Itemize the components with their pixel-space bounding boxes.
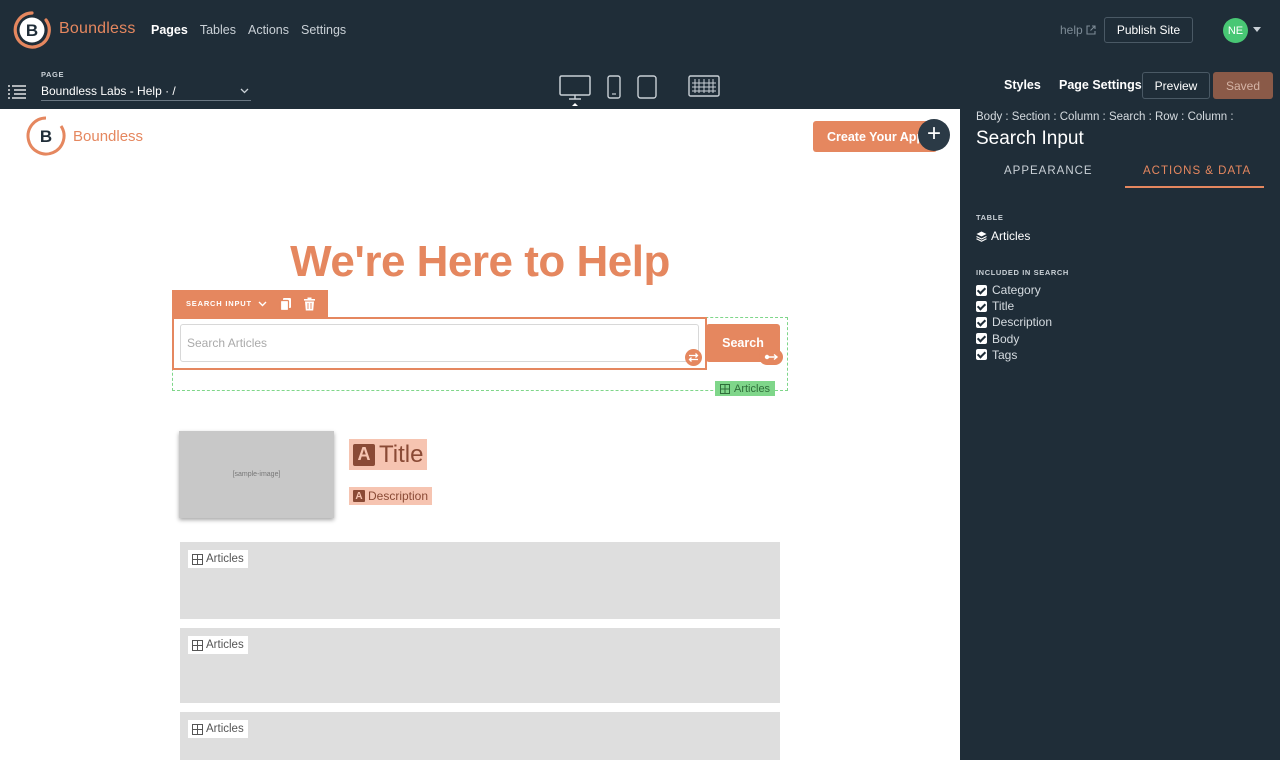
- search-table-tag[interactable]: Articles: [715, 381, 776, 396]
- description-field-chip[interactable]: A Description: [349, 487, 433, 505]
- text-field-icon: A: [353, 443, 375, 466]
- table-section-label: TABLE: [976, 213, 1004, 222]
- field-label: Tags: [992, 347, 1018, 362]
- list-item-label: Articles: [206, 723, 244, 735]
- preview-button[interactable]: Preview: [1142, 72, 1210, 99]
- checkbox-icon[interactable]: [976, 349, 987, 361]
- table-icon: [720, 383, 730, 394]
- list-item-tag[interactable]: Articles: [188, 636, 248, 654]
- layers-icon: [976, 231, 987, 242]
- svg-text:B: B: [40, 127, 52, 146]
- outline-menu-icon[interactable]: [8, 84, 26, 100]
- checkbox-icon[interactable]: [976, 316, 987, 328]
- field-checkbox-title[interactable]: Title: [976, 298, 1052, 314]
- nav-settings[interactable]: Settings: [301, 23, 346, 37]
- checkbox-icon[interactable]: [976, 333, 987, 345]
- canvas-brand-name[interactable]: Boundless: [73, 128, 143, 145]
- page-select-label: PAGE: [41, 70, 65, 79]
- tab-actions-data[interactable]: ACTIONS & DATA: [1143, 165, 1251, 177]
- nav-pages[interactable]: Pages: [151, 23, 188, 37]
- panel-title: Search Input: [976, 128, 1084, 149]
- list-item-label: Articles: [206, 639, 244, 651]
- list-item-tag[interactable]: Articles: [188, 550, 248, 568]
- field-checkbox-category[interactable]: Category: [976, 282, 1052, 298]
- list-item[interactable]: Articles: [180, 542, 780, 619]
- boundless-logo-icon[interactable]: B: [12, 10, 52, 50]
- avatar-caret-icon[interactable]: [1253, 27, 1261, 32]
- search-input-toolbar-label: SEARCH INPUT: [186, 299, 252, 308]
- field-label: Description: [992, 315, 1053, 330]
- canvas-logo-icon[interactable]: B: [26, 116, 66, 156]
- add-component-icon[interactable]: +: [918, 119, 950, 151]
- checkbox-icon[interactable]: [976, 284, 987, 296]
- page-canvas[interactable]: B Boundless Create Your App + We're Here…: [0, 109, 960, 760]
- trash-icon[interactable]: [303, 297, 316, 311]
- hero-title[interactable]: We're Here to Help: [0, 237, 960, 287]
- table-selector[interactable]: Articles: [976, 229, 1030, 243]
- styles-link[interactable]: Styles: [1004, 78, 1041, 92]
- included-fields-list: Category Title Description Body Tags: [976, 282, 1052, 363]
- description-field-label: Description: [368, 489, 429, 503]
- user-avatar[interactable]: NE: [1223, 18, 1248, 43]
- chevron-down-icon[interactable]: [258, 299, 267, 308]
- tab-appearance[interactable]: APPEARANCE: [1004, 165, 1093, 177]
- table-icon: [192, 553, 203, 565]
- tablet-view-icon[interactable]: [637, 75, 657, 99]
- properties-panel: Body : Section : Column : Search : Row :…: [960, 109, 1280, 760]
- active-tab-indicator: [1125, 186, 1264, 188]
- field-checkbox-description[interactable]: Description: [976, 314, 1052, 330]
- title-field-label: Title: [379, 440, 424, 468]
- nav-tables[interactable]: Tables: [200, 23, 236, 37]
- list-item-tag[interactable]: Articles: [188, 720, 248, 738]
- table-value: Articles: [991, 229, 1031, 243]
- help-link[interactable]: help: [1060, 23, 1096, 37]
- element-breadcrumb[interactable]: Body : Section : Column : Search : Row :…: [976, 111, 1234, 123]
- search-input[interactable]: Search Articles: [180, 324, 699, 362]
- nav-actions[interactable]: Actions: [248, 23, 289, 37]
- field-label: Category: [992, 283, 1041, 298]
- included-in-search-label: INCLUDED IN SEARCH: [976, 268, 1069, 277]
- list-item[interactable]: Articles: [180, 628, 780, 703]
- saved-button[interactable]: Saved: [1213, 72, 1273, 99]
- page-select-value: Boundless Labs - Help · /: [41, 84, 176, 98]
- publish-site-button[interactable]: Publish Site: [1104, 17, 1193, 43]
- field-checkbox-tags[interactable]: Tags: [976, 347, 1052, 363]
- field-checkbox-body[interactable]: Body: [976, 331, 1052, 347]
- search-table-tag-label: Articles: [734, 382, 771, 395]
- title-field-chip[interactable]: A Title: [349, 439, 428, 470]
- external-link-icon: [1086, 25, 1096, 35]
- text-field-icon: A: [353, 490, 365, 502]
- brand-name[interactable]: Boundless: [59, 20, 136, 38]
- search-input-placeholder: Search Articles: [187, 336, 268, 350]
- help-label: help: [1060, 23, 1083, 37]
- search-input-toolbar[interactable]: SEARCH INPUT: [172, 290, 328, 317]
- main-nav: Pages Tables Actions Settings: [151, 23, 346, 37]
- svg-text:B: B: [26, 21, 38, 40]
- copy-icon[interactable]: [279, 297, 293, 311]
- sample-image[interactable]: [sample-image]: [179, 431, 334, 518]
- page-select[interactable]: Boundless Labs - Help · /: [41, 84, 251, 101]
- list-item-label: Articles: [206, 553, 244, 565]
- checkbox-icon[interactable]: [976, 300, 987, 312]
- table-icon: [192, 639, 203, 651]
- table-icon: [192, 723, 203, 735]
- mobile-view-icon[interactable]: [607, 75, 621, 99]
- grid-view-icon[interactable]: [688, 75, 720, 97]
- field-label: Body: [992, 331, 1020, 346]
- top-nav: B Boundless Pages Tables Actions Setting…: [0, 0, 1280, 60]
- chevron-down-icon: [240, 88, 249, 94]
- swap-icon[interactable]: [685, 349, 702, 366]
- list-item[interactable]: Articles: [180, 712, 780, 760]
- field-label: Title: [992, 299, 1015, 314]
- connection-arrow-icon[interactable]: [759, 349, 783, 365]
- page-settings-link[interactable]: Page Settings: [1059, 78, 1142, 92]
- desktop-view-icon[interactable]: [558, 74, 592, 106]
- sample-image-label: [sample-image]: [232, 471, 281, 478]
